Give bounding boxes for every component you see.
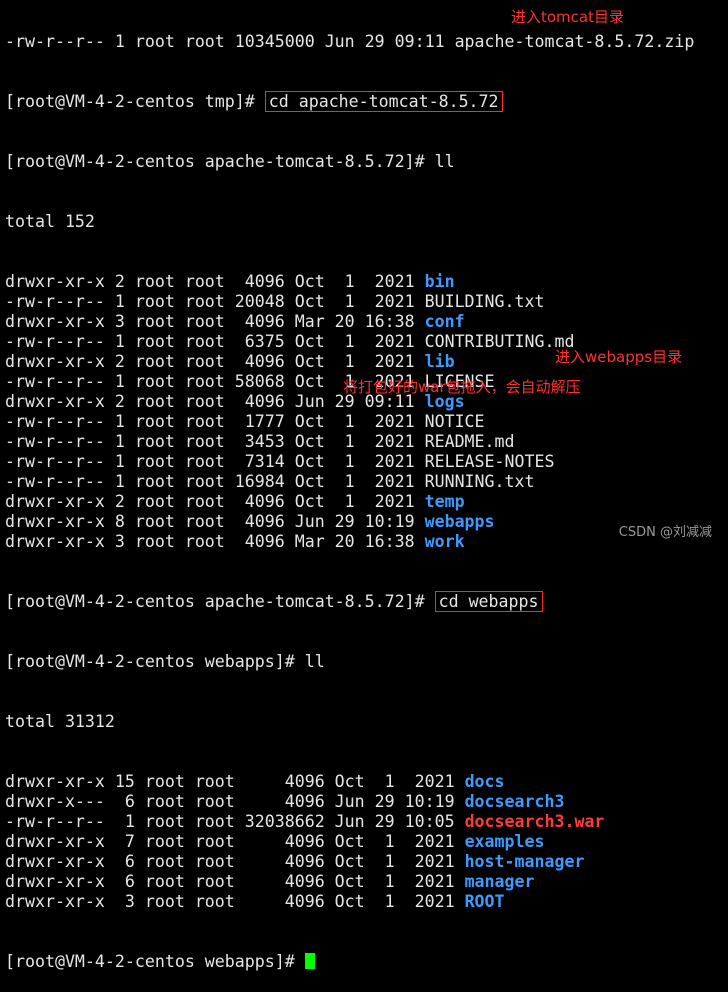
- file-metadata: drwxr-xr-x 3 root root 4096 Oct 1 2021: [5, 892, 465, 911]
- listing-row: drwxr-xr-x 6 root root 4096 Oct 1 2021 h…: [0, 852, 728, 872]
- listing-row: -rw-r--r-- 1 root root 7314 Oct 1 2021 R…: [0, 452, 728, 472]
- directory-name: docsearch3: [464, 792, 565, 811]
- directory-name: work: [424, 532, 465, 551]
- file-name: README.md: [424, 432, 515, 451]
- listing-row: drwxr-xr-x 6 root root 4096 Oct 1 2021 m…: [0, 872, 728, 892]
- file-metadata: drwxr-xr-x 6 root root 4096 Oct 1 2021: [5, 852, 465, 871]
- file-name: NOTICE: [424, 412, 485, 431]
- listing-row: drwxr-xr-x 2 root root 4096 Oct 1 2021 t…: [0, 492, 728, 512]
- file-metadata: drwxr-xr-x 15 root root 4096 Oct 1 2021: [5, 772, 465, 791]
- listing-row: -rw-r--r-- 1 root root 3453 Oct 1 2021 R…: [0, 432, 728, 452]
- tomcat-listing: drwxr-xr-x 2 root root 4096 Oct 1 2021 b…: [0, 272, 728, 552]
- annotation-enter-webapps: 进入webapps目录: [555, 348, 683, 366]
- file-metadata: -rw-r--r-- 1 root root 3453 Oct 1 2021: [5, 432, 425, 451]
- shell-prompt: [root@VM-4-2-centos webapps]#: [5, 952, 305, 971]
- directory-name: ROOT: [464, 892, 505, 911]
- listing-row: -rw-r--r-- 1 root root 1777 Oct 1 2021 N…: [0, 412, 728, 432]
- listing-row: drwxr-xr-x 15 root root 4096 Oct 1 2021 …: [0, 772, 728, 792]
- file-metadata: drwxr-xr-x 7 root root 4096 Oct 1 2021: [5, 832, 465, 851]
- listing-row: -rw-r--r-- 1 root root 32038662 Jun 29 1…: [0, 812, 728, 832]
- directory-name: lib: [424, 352, 455, 371]
- listing-row: -rw-r--r-- 1 root root 16984 Oct 1 2021 …: [0, 472, 728, 492]
- listing-row: drwxr-xr-x 7 root root 4096 Oct 1 2021 e…: [0, 832, 728, 852]
- file-name: BUILDING.txt: [424, 292, 545, 311]
- file-metadata: drwxr-xr-x 2 root root 4096 Oct 1 2021: [5, 492, 425, 511]
- file-name: CONTRIBUTING.md: [424, 332, 575, 351]
- listing-row: drwxr-x--- 6 root root 4096 Jun 29 10:19…: [0, 792, 728, 812]
- terminal-window[interactable]: -rw-r--r-- 1 root root 10345000 Jun 29 0…: [0, 0, 728, 992]
- shell-prompt: [root@VM-4-2-centos webapps]#: [5, 652, 305, 671]
- directory-name: webapps: [424, 512, 495, 531]
- shell-prompt: [root@VM-4-2-centos apache-tomcat-8.5.72…: [5, 152, 435, 171]
- file-metadata: drwxr-xr-x 2 root root 4096 Oct 1 2021: [5, 272, 425, 291]
- partial-output-line: -rw-r--r-- 1 root root 10345000 Jun 29 0…: [5, 32, 695, 51]
- file-metadata: drwxr-xr-x 3 root root 4096 Mar 20 16:38: [5, 532, 425, 551]
- directory-name: temp: [424, 492, 465, 511]
- file-metadata: drwxr-xr-x 8 root root 4096 Jun 29 10:19: [5, 512, 425, 531]
- total-line: total 152: [0, 212, 728, 232]
- shell-prompt: [root@VM-4-2-centos tmp]#: [5, 92, 265, 111]
- directory-name: conf: [424, 312, 465, 331]
- directory-name: manager: [464, 872, 535, 891]
- file-metadata: drwxr-x--- 6 root root 4096 Jun 29 10:19: [5, 792, 465, 811]
- listing-row: drwxr-xr-x 3 root root 4096 Oct 1 2021 R…: [0, 892, 728, 912]
- terminal-line-cd-webapps: [root@VM-4-2-centos apache-tomcat-8.5.72…: [0, 591, 728, 612]
- directory-name: docs: [464, 772, 505, 791]
- file-metadata: -rw-r--r-- 1 root root 1777 Oct 1 2021: [5, 412, 425, 431]
- webapps-listing: drwxr-xr-x 15 root root 4096 Oct 1 2021 …: [0, 772, 728, 912]
- watermark: CSDN @刘减减: [618, 525, 712, 540]
- listing-row: drwxr-xr-x 2 root root 4096 Oct 1 2021 b…: [0, 272, 728, 292]
- command-ll: ll: [434, 152, 455, 171]
- total-size: total 152: [5, 212, 95, 231]
- terminal-line-cut-off: -rw-r--r-- 1 root root 10345000 Jun 29 0…: [0, 32, 728, 52]
- command-cd-tomcat: cd apache-tomcat-8.5.72: [264, 91, 503, 112]
- archive-file-name: docsearch3.war: [464, 812, 605, 831]
- command-ll: ll: [304, 652, 325, 671]
- file-name: RUNNING.txt: [424, 472, 535, 491]
- file-metadata: drwxr-xr-x 3 root root 4096 Mar 20 16:38: [5, 312, 425, 331]
- file-metadata: drwxr-xr-x 6 root root 4096 Oct 1 2021: [5, 872, 465, 891]
- terminal-line-ll: [root@VM-4-2-centos apache-tomcat-8.5.72…: [0, 152, 728, 172]
- directory-name: host-manager: [464, 852, 585, 871]
- file-metadata: -rw-r--r-- 1 root root 32038662 Jun 29 1…: [5, 812, 465, 831]
- file-metadata: drwxr-xr-x 2 root root 4096 Oct 1 2021: [5, 352, 425, 371]
- file-metadata: -rw-r--r-- 1 root root 20048 Oct 1 2021: [5, 292, 425, 311]
- shell-prompt: [root@VM-4-2-centos apache-tomcat-8.5.72…: [5, 592, 435, 611]
- terminal-line-cd-tomcat: [root@VM-4-2-centos tmp]# cd apache-tomc…: [0, 91, 728, 112]
- file-metadata: -rw-r--r-- 1 root root 16984 Oct 1 2021: [5, 472, 425, 491]
- file-metadata: -rw-r--r-- 1 root root 6375 Oct 1 2021: [5, 332, 425, 351]
- file-name: RELEASE-NOTES: [424, 452, 555, 471]
- file-metadata: -rw-r--r-- 1 root root 7314 Oct 1 2021: [5, 452, 425, 471]
- annotation-enter-tomcat: 进入tomcat目录: [511, 8, 624, 26]
- listing-row: drwxr-xr-x 3 root root 4096 Mar 20 16:38…: [0, 312, 728, 332]
- annotation-drag-war: 将打包好的war包拖入，会自动解压: [343, 378, 581, 396]
- terminal-cursor[interactable]: [304, 953, 315, 969]
- directory-name: bin: [424, 272, 455, 291]
- listing-row: -rw-r--r-- 1 root root 20048 Oct 1 2021 …: [0, 292, 728, 312]
- directory-name: examples: [464, 832, 545, 851]
- terminal-line-ll-webapps: [root@VM-4-2-centos webapps]# ll: [0, 652, 728, 672]
- terminal-line-current[interactable]: [root@VM-4-2-centos webapps]#: [0, 952, 728, 972]
- command-cd-webapps: cd webapps: [434, 591, 543, 612]
- total-line: total 31312: [0, 712, 728, 732]
- total-size: total 31312: [5, 712, 115, 731]
